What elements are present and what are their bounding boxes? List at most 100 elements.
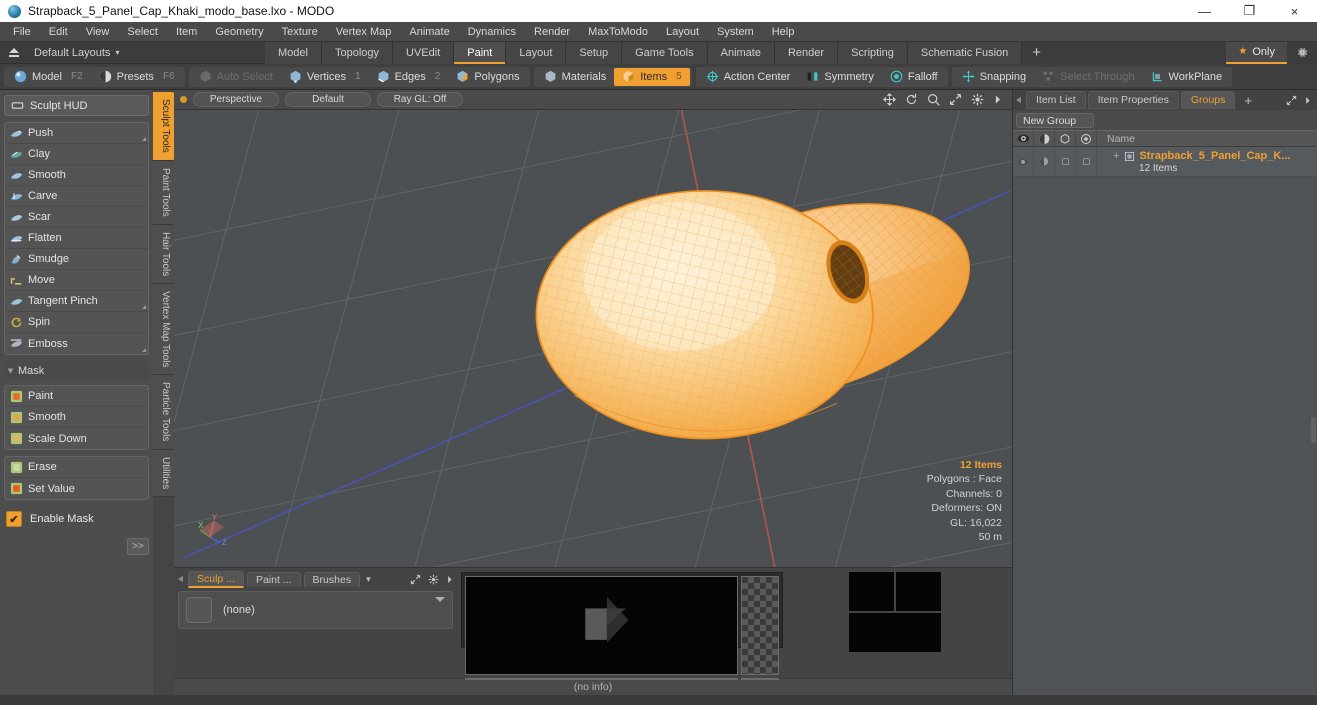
tool-smooth[interactable]: Smooth <box>5 165 148 186</box>
gear-icon[interactable] <box>1287 41 1317 64</box>
tab-paint[interactable]: Paint <box>454 41 507 64</box>
gradient-strip[interactable] <box>465 678 738 680</box>
column-visibility[interactable] <box>1013 130 1034 147</box>
vtab-hair-tools[interactable]: Hair Tools <box>153 224 174 284</box>
swatch-tile[interactable] <box>849 612 941 652</box>
minimize-button[interactable]: — <box>1182 0 1227 22</box>
brush-shape-thumbnail[interactable] <box>741 575 779 675</box>
tool-smudge[interactable]: Smudge <box>5 249 148 270</box>
falloff-button[interactable]: Falloff <box>882 68 946 86</box>
menu-system[interactable]: System <box>708 23 763 41</box>
menu-animate[interactable]: Animate <box>400 23 458 41</box>
tab-schematic-fusion[interactable]: Schematic Fusion <box>907 41 1023 64</box>
expand-panel-button[interactable]: >> <box>127 538 149 555</box>
vtab-sculpt-tools[interactable]: Sculpt Tools <box>153 92 174 161</box>
enable-mask-checkbox[interactable]: ✔ <box>6 511 22 527</box>
workplane-button[interactable]: WorkPlane <box>1143 68 1231 86</box>
tool-carve[interactable]: Carve <box>5 186 148 207</box>
chevron-down-icon[interactable] <box>435 596 445 602</box>
mask-tool-set-value[interactable]: Set Value <box>5 478 148 499</box>
mode-auto-select[interactable]: Auto Select <box>191 68 281 86</box>
vtab-utilities[interactable]: Utilities <box>153 449 174 497</box>
menu-vertex-map[interactable]: Vertex Map <box>327 23 401 41</box>
brush-selector[interactable]: (none) <box>178 590 453 629</box>
mode-edges[interactable]: Edges 2 <box>369 68 449 86</box>
swatch-tile[interactable] <box>849 571 894 611</box>
rp-tab-groups[interactable]: Groups <box>1180 91 1236 109</box>
rp-tab-item-properties[interactable]: Item Properties <box>1087 91 1179 109</box>
tool-flatten[interactable]: Flatten <box>5 228 148 249</box>
group-list-body[interactable]: + Strapback_5_Panel_Cap_K... 12 Items <box>1013 147 1317 695</box>
tool-clay[interactable]: Clay <box>5 144 148 165</box>
raygl-button[interactable]: Ray GL: Off <box>377 91 463 107</box>
3d-viewport[interactable]: X Y Z 12 Items Polygons : Face Channels:… <box>174 109 1012 567</box>
column-lock[interactable] <box>1055 130 1076 147</box>
tab-model[interactable]: Model <box>265 41 322 64</box>
menu-help[interactable]: Help <box>763 23 804 41</box>
close-button[interactable]: × <box>1272 0 1317 22</box>
tab-topology[interactable]: Topology <box>321 41 394 64</box>
menu-render[interactable]: Render <box>525 23 579 41</box>
vtab-paint-tools[interactable]: Paint Tools <box>153 160 174 225</box>
menu-select[interactable]: Select <box>118 23 167 41</box>
only-toggle-button[interactable]: ★ Only <box>1226 41 1287 64</box>
enable-mask-row[interactable]: ✔ Enable Mask <box>4 508 149 530</box>
mode-items[interactable]: Items 5 <box>614 67 690 86</box>
menu-file[interactable]: File <box>4 23 40 41</box>
tab-scripting[interactable]: Scripting <box>838 41 908 64</box>
menu-maxtomodo[interactable]: MaxToModo <box>579 23 657 41</box>
group-item[interactable]: + Strapback_5_Panel_Cap_K... 12 Items <box>1097 150 1317 174</box>
tool-push[interactable]: Push <box>5 123 148 144</box>
column-shading[interactable] <box>1076 130 1097 147</box>
tool-emboss[interactable]: Emboss <box>5 333 148 354</box>
mask-tool-erase[interactable]: Erase <box>5 457 148 478</box>
menu-edit[interactable]: Edit <box>40 23 77 41</box>
mode-presets[interactable]: Presets F6 <box>91 68 183 86</box>
maximize-button[interactable]: ❐ <box>1227 0 1272 22</box>
vtab-particle-tools[interactable]: Particle Tools <box>153 375 174 450</box>
new-group-button[interactable]: New Group <box>1016 113 1094 128</box>
row-render-toggle[interactable] <box>1034 147 1055 176</box>
shading-mode-button[interactable]: Default <box>285 91 371 107</box>
snapping-button[interactable]: Snapping <box>954 68 1035 86</box>
bp-tab-brushes[interactable]: Brushes <box>303 571 361 587</box>
row-lock-toggle[interactable] <box>1055 147 1076 176</box>
expand-group-icon[interactable]: + <box>1113 150 1119 162</box>
layout-selector[interactable]: Default Layouts ▾ <box>0 46 265 60</box>
tool-spin[interactable]: Spin <box>5 312 148 333</box>
bp-tab-paint[interactable]: Paint ... <box>246 571 301 587</box>
menu-dynamics[interactable]: Dynamics <box>459 23 525 41</box>
mode-vertices[interactable]: Vertices 1 <box>281 68 369 86</box>
sculpt-hud-button[interactable]: Sculpt HUD <box>4 95 149 116</box>
tab-setup[interactable]: Setup <box>566 41 623 64</box>
tab-animate[interactable]: Animate <box>707 41 775 64</box>
mask-section-header[interactable]: Mask <box>4 361 149 380</box>
gradient-thumbnail[interactable] <box>741 678 779 680</box>
column-render[interactable] <box>1034 130 1055 147</box>
swatch-tile[interactable] <box>896 571 941 611</box>
brush-shape-preview[interactable] <box>465 575 738 675</box>
menu-item[interactable]: Item <box>167 23 206 41</box>
mode-model[interactable]: Model F2 <box>6 68 91 86</box>
tool-move[interactable]: Move <box>5 270 148 291</box>
add-tab-button[interactable]: + <box>1022 41 1052 64</box>
tab-layout[interactable]: Layout <box>506 41 567 64</box>
tab-render[interactable]: Render <box>774 41 839 64</box>
view-mode-button[interactable]: Perspective <box>193 91 279 107</box>
select-through-button[interactable]: Select Through <box>1034 68 1142 86</box>
tab-uvedit[interactable]: UVEdit <box>393 41 455 64</box>
bp-menu-caret-icon[interactable]: ▾ <box>366 574 371 585</box>
row-visibility-toggle[interactable] <box>1013 147 1034 176</box>
rp-tab-item-list[interactable]: Item List <box>1026 91 1086 109</box>
mask-tool-scale-down[interactable]: Scale Down <box>5 428 148 449</box>
tool-scar[interactable]: Scar <box>5 207 148 228</box>
menu-view[interactable]: View <box>77 23 119 41</box>
menu-geometry[interactable]: Geometry <box>206 23 272 41</box>
bp-tab-sculpt[interactable]: Sculp ... <box>188 570 244 588</box>
symmetry-button[interactable]: Symmetry <box>798 68 882 86</box>
tab-game-tools[interactable]: Game Tools <box>622 41 708 64</box>
mode-polygons[interactable]: Polygons <box>448 68 527 86</box>
vtab-vertex-map-tools[interactable]: Vertex Map Tools <box>153 283 174 376</box>
mask-tool-smooth[interactable]: Smooth <box>5 407 148 428</box>
rp-add-tab-button[interactable]: + <box>1237 93 1259 108</box>
